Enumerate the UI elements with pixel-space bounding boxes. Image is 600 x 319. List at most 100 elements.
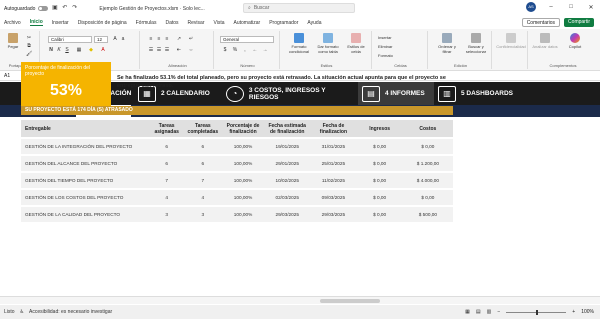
wrap-text-icon[interactable]: ↵ bbox=[188, 36, 194, 42]
underline-icon[interactable]: S bbox=[64, 47, 70, 53]
table-cell[interactable]: $ 0,00 bbox=[356, 156, 403, 171]
borders-icon[interactable]: ▦ bbox=[76, 47, 82, 53]
accessibility-status[interactable]: Accesibilidad: es necesario investigar bbox=[29, 309, 112, 315]
zoom-slider[interactable] bbox=[506, 309, 567, 315]
table-cell[interactable]: 7 bbox=[149, 173, 184, 188]
menu-inicio[interactable]: Inicio bbox=[29, 19, 43, 26]
table-cell[interactable]: 29/01/2025 bbox=[264, 156, 311, 171]
align-center-icon[interactable]: ☰ bbox=[156, 47, 162, 53]
find-select-button[interactable]: Buscar y seleccionar bbox=[462, 33, 490, 54]
align-right-icon[interactable]: ☰ bbox=[164, 47, 170, 53]
orientation-icon[interactable]: ↗ bbox=[176, 36, 182, 42]
menu-datos[interactable]: Datos bbox=[165, 20, 178, 26]
table-cell[interactable]: $ 0,00 bbox=[356, 190, 403, 205]
table-cell[interactable]: 09/03/2025 bbox=[310, 190, 357, 205]
table-cell[interactable]: 3 bbox=[149, 207, 184, 222]
table-cell[interactable]: $ 4.000,00 bbox=[402, 173, 453, 188]
table-cell[interactable]: 29/03/2025 bbox=[264, 207, 311, 222]
zoom-in-icon[interactable]: + bbox=[572, 309, 575, 315]
table-cell[interactable]: $ 0,00 bbox=[356, 173, 403, 188]
number-format-select[interactable]: General bbox=[220, 36, 274, 43]
horizontal-scrollbar[interactable] bbox=[0, 296, 600, 304]
table-cell[interactable]: GESTIÓN DEL TIEMPO DEL PROYECTO bbox=[21, 173, 150, 188]
scrollbar-thumb[interactable] bbox=[320, 299, 380, 303]
table-cell[interactable]: 100,00% bbox=[221, 139, 265, 154]
table-cell[interactable]: 100,00% bbox=[221, 173, 265, 188]
table-cell[interactable]: $ 1.200,00 bbox=[402, 156, 453, 171]
currency-icon[interactable]: $ bbox=[222, 47, 228, 53]
comments-button[interactable]: Comentarios bbox=[521, 18, 561, 27]
analyze-data-button[interactable]: Analizar datos bbox=[532, 33, 558, 49]
format-cells-button[interactable]: Formato bbox=[378, 53, 393, 58]
table-cell[interactable]: GESTIÓN DE LOS COSTOS DEL PROYECTO bbox=[21, 190, 150, 205]
table-cell[interactable]: 3 bbox=[183, 207, 222, 222]
align-bottom-icon[interactable]: ≡ bbox=[164, 36, 170, 42]
indent-icon[interactable]: ⇤ bbox=[176, 47, 182, 53]
font-name-select[interactable]: Calibri bbox=[48, 36, 92, 43]
table-cell[interactable]: 31/01/2025 bbox=[310, 139, 357, 154]
cond-format-button[interactable]: Formato condicional bbox=[286, 33, 312, 54]
page-break-icon[interactable]: ▥ bbox=[487, 309, 492, 315]
menu-insertar[interactable]: Insertar bbox=[52, 20, 69, 26]
format-painter-icon[interactable]: 🖌 bbox=[26, 51, 32, 57]
undo-icon[interactable]: ↶ bbox=[61, 5, 68, 12]
sort-filter-button[interactable]: Ordenar y filtrar bbox=[434, 33, 460, 54]
table-cell[interactable]: 19/01/2025 bbox=[264, 139, 311, 154]
font-grow-icon[interactable]: A bbox=[112, 36, 118, 42]
menu-automatizar[interactable]: Automatizar bbox=[234, 20, 261, 26]
table-cell[interactable]: 6 bbox=[149, 139, 184, 154]
percent-icon[interactable]: % bbox=[232, 47, 238, 53]
font-size-select[interactable]: 12 bbox=[94, 36, 108, 43]
table-cell[interactable]: 100,00% bbox=[221, 190, 265, 205]
table-cell[interactable]: 02/03/2025 bbox=[264, 190, 311, 205]
font-shrink-icon[interactable]: a bbox=[120, 36, 126, 42]
table-cell[interactable]: $ 0,00 bbox=[402, 190, 453, 205]
bold-icon[interactable]: N bbox=[48, 47, 54, 53]
table-cell[interactable]: 6 bbox=[183, 156, 222, 171]
table-cell[interactable]: $ 0,00 bbox=[356, 139, 403, 154]
menu-programador[interactable]: Programador bbox=[269, 20, 298, 26]
table-cell[interactable]: 7 bbox=[183, 173, 222, 188]
table-cell[interactable]: $ 500,00 bbox=[402, 207, 453, 222]
copy-icon[interactable]: ⧉ bbox=[26, 43, 32, 49]
comma-icon[interactable]: , bbox=[242, 47, 248, 53]
table-cell[interactable]: 25/01/2025 bbox=[310, 156, 357, 171]
menu-revisar[interactable]: Revisar bbox=[188, 20, 205, 26]
fill-color-icon[interactable]: ◆ bbox=[88, 47, 94, 53]
close-icon[interactable]: ✕ bbox=[586, 4, 596, 11]
sensitivity-button[interactable]: Confidencialidad bbox=[496, 33, 526, 49]
autosave-toggle[interactable] bbox=[38, 6, 49, 11]
table-cell[interactable]: $ 0,00 bbox=[402, 139, 453, 154]
share-button[interactable]: Compartir bbox=[564, 18, 594, 27]
menu-disposicion[interactable]: Disposición de página bbox=[78, 20, 127, 26]
table-cell[interactable]: GESTIÓN DEL ALCANCE DEL PROYECTO bbox=[21, 156, 150, 171]
table-cell[interactable]: 10/02/2025 bbox=[264, 173, 311, 188]
menu-formulas[interactable]: Fórmulas bbox=[136, 20, 157, 26]
table-cell[interactable]: GESTIÓN DE LA CALIDAD DEL PROYECTO bbox=[21, 207, 150, 222]
align-top-icon[interactable]: ≡ bbox=[148, 36, 154, 42]
table-format-button[interactable]: Dar formato como tabla bbox=[314, 33, 342, 54]
table-cell[interactable]: 100,00% bbox=[221, 207, 265, 222]
table-cell[interactable]: 11/02/2025 bbox=[310, 173, 357, 188]
zoom-level[interactable]: 100% bbox=[581, 309, 594, 315]
font-color-icon[interactable]: A bbox=[100, 47, 106, 53]
search-input[interactable]: ⌕ Buscar bbox=[243, 3, 355, 13]
save-icon[interactable]: ▣ bbox=[51, 5, 58, 12]
zoom-out-icon[interactable]: − bbox=[497, 309, 500, 315]
table-cell[interactable]: 29/03/2025 bbox=[310, 207, 357, 222]
table-cell[interactable]: 6 bbox=[149, 156, 184, 171]
insert-cells-button[interactable]: Insertar bbox=[378, 35, 392, 40]
decrease-decimal-icon[interactable]: → bbox=[262, 47, 268, 53]
align-left-icon[interactable]: ☰ bbox=[148, 47, 154, 53]
table-cell[interactable]: $ 0,00 bbox=[356, 207, 403, 222]
increase-decimal-icon[interactable]: ← bbox=[252, 47, 258, 53]
table-cell[interactable]: 100,00% bbox=[221, 156, 265, 171]
table-cell[interactable]: 4 bbox=[183, 190, 222, 205]
table-cell[interactable]: 6 bbox=[183, 139, 222, 154]
delete-cells-button[interactable]: Eliminar bbox=[378, 44, 392, 49]
normal-view-icon[interactable]: ▦ bbox=[465, 309, 470, 315]
align-middle-icon[interactable]: ≡ bbox=[156, 36, 162, 42]
merge-icon[interactable]: ⇔ bbox=[188, 47, 194, 53]
italic-icon[interactable]: K bbox=[56, 47, 62, 53]
menu-ayuda[interactable]: Ayuda bbox=[307, 20, 321, 26]
